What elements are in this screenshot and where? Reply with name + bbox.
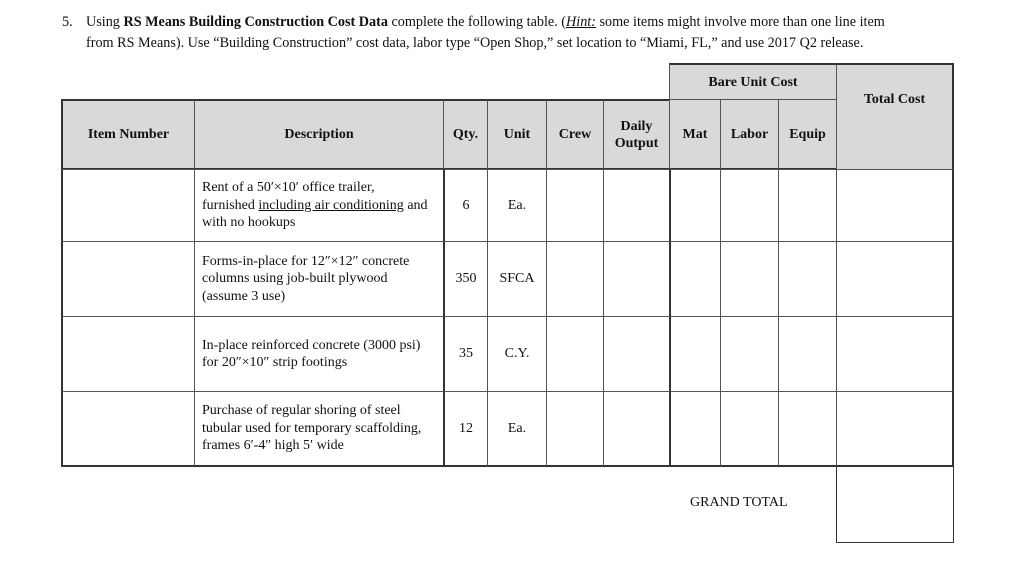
- header-labor: Labor: [720, 99, 779, 170]
- row-2-description: Forms-in-place for 12″×12″ concrete colu…: [194, 241, 444, 317]
- row-4-item-number[interactable]: [61, 391, 195, 467]
- header-unit: Unit: [487, 99, 547, 170]
- header-qty: Qty.: [443, 99, 488, 170]
- question-line-1: Using RS Means Building Construction Cos…: [86, 14, 885, 30]
- header-equip: Equip: [778, 99, 837, 170]
- row-3-daily-output[interactable]: [603, 316, 670, 392]
- header-description: Description: [194, 99, 444, 170]
- row-2-equip[interactable]: [778, 241, 837, 317]
- description-text: Purchase of regular shoring of steel tub…: [202, 403, 422, 454]
- row-3-labor[interactable]: [720, 316, 779, 392]
- row-2-unit: SFCA: [487, 241, 547, 317]
- header-item-number: Item Number: [61, 99, 195, 170]
- row-1-crew[interactable]: [546, 169, 604, 242]
- row-3-description: In-place reinforced concrete (3000 psi) …: [194, 316, 444, 392]
- row-4-daily-output[interactable]: [603, 391, 670, 467]
- row-2-daily-output[interactable]: [603, 241, 670, 317]
- header-total-cost: Total Cost: [836, 63, 954, 170]
- underlined-text: including air conditioning: [258, 197, 404, 213]
- question-body: Using RS Means Building Construction Cos…: [86, 12, 885, 54]
- row-3-mat[interactable]: [669, 316, 721, 392]
- row-4-labor[interactable]: [720, 391, 779, 467]
- row-4-equip[interactable]: [778, 391, 837, 467]
- row-2-total-cost[interactable]: [836, 241, 954, 317]
- row-4-unit: Ea.: [487, 391, 547, 467]
- description-text: Rent of a 50′×10′ office trailer, furnis…: [202, 180, 428, 231]
- row-3-qty: 35: [443, 316, 488, 392]
- row-3-total-cost[interactable]: [836, 316, 954, 392]
- hint-label: Hint:: [566, 14, 596, 30]
- row-1-description: Rent of a 50′×10′ office trailer, furnis…: [194, 169, 444, 242]
- row-1-equip[interactable]: [778, 169, 837, 242]
- row-2-item-number[interactable]: [61, 241, 195, 317]
- row-1-daily-output[interactable]: [603, 169, 670, 242]
- row-1-qty: 6: [443, 169, 488, 242]
- question-line-2: from RS Means). Use “Building Constructi…: [86, 35, 864, 51]
- row-1-labor[interactable]: [720, 169, 779, 242]
- row-1-total-cost[interactable]: [836, 169, 954, 242]
- row-4-crew[interactable]: [546, 391, 604, 467]
- description-text: Forms-in-place for 12″×12″ concrete colu…: [202, 253, 410, 304]
- row-2-crew[interactable]: [546, 241, 604, 317]
- header-daily-output: Daily Output: [603, 99, 670, 170]
- rs-means-title: RS Means Building Construction Cost Data: [123, 14, 388, 30]
- row-3-equip[interactable]: [778, 316, 837, 392]
- header-crew: Crew: [546, 99, 604, 170]
- row-4-qty: 12: [443, 391, 488, 467]
- row-1-item-number[interactable]: [61, 169, 195, 242]
- row-4-total-cost[interactable]: [836, 391, 954, 467]
- question-number: 5.: [62, 14, 73, 30]
- header-bare-unit-cost: Bare Unit Cost: [669, 63, 837, 100]
- row-3-unit: C.Y.: [487, 316, 547, 392]
- row-2-labor[interactable]: [720, 241, 779, 317]
- row-1-unit: Ea.: [487, 169, 547, 242]
- row-1-mat[interactable]: [669, 169, 721, 242]
- grand-total-label: GRAND TOTAL: [690, 495, 788, 510]
- grand-total-cell[interactable]: [836, 466, 954, 543]
- row-3-crew[interactable]: [546, 316, 604, 392]
- row-2-qty: 350: [443, 241, 488, 317]
- header-mat: Mat: [669, 99, 721, 170]
- row-2-mat[interactable]: [669, 241, 721, 317]
- row-4-mat[interactable]: [669, 391, 721, 467]
- row-4-description: Purchase of regular shoring of steel tub…: [194, 391, 444, 467]
- row-3-item-number[interactable]: [61, 316, 195, 392]
- description-text: In-place reinforced concrete (3000 psi) …: [202, 337, 421, 371]
